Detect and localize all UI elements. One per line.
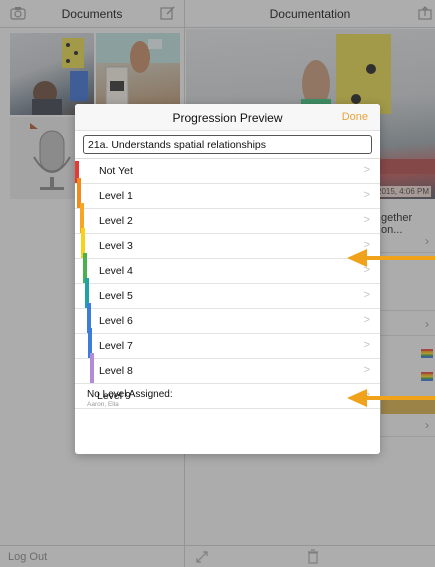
arrow-left-icon — [347, 249, 435, 267]
chevron-right-icon: > — [363, 364, 370, 376]
level-row-6[interactable]: Level 6 > — [75, 303, 380, 334]
level-label: Level 5 — [99, 290, 133, 302]
level-label: Level 6 — [99, 315, 133, 327]
level-label: Level 2 — [99, 215, 133, 227]
level-list: Not Yet > Level 1 > Level 2 > Level 3 > Leve… — [75, 159, 380, 409]
level-label: Level 7 — [99, 340, 133, 352]
modal-title: Progression Preview — [172, 111, 283, 125]
level-row-7[interactable]: Level 7 > — [75, 328, 380, 359]
chevron-right-icon: > — [363, 164, 370, 176]
level-row-5[interactable]: Level 5 > — [75, 278, 380, 309]
chevron-right-icon: > — [363, 189, 370, 201]
level-row-3[interactable]: Level 3 > — [75, 228, 380, 259]
level-label: Level 1 — [99, 190, 133, 202]
modal-header: Progression Preview Done — [75, 104, 380, 131]
no-level-names: Aaron, Ella — [87, 401, 119, 408]
chevron-right-icon: > — [363, 339, 370, 351]
level-row-4[interactable]: Level 4 > — [75, 253, 380, 284]
progression-preview-modal: Progression Preview Done Not Yet > Level … — [75, 104, 380, 454]
level-row-not-yet[interactable]: Not Yet > — [75, 159, 380, 184]
level-row-8[interactable]: Level 8 > — [75, 353, 380, 384]
objective-field[interactable] — [83, 135, 372, 154]
chevron-right-icon: > — [363, 214, 370, 226]
search-container — [75, 131, 380, 159]
chevron-right-icon: > — [363, 314, 370, 326]
arrow-left-icon — [347, 389, 435, 407]
level-row-2[interactable]: Level 2 > — [75, 203, 380, 234]
level-row-1[interactable]: Level 1 > — [75, 178, 380, 209]
level-label: Level 3 — [99, 240, 133, 252]
level-label: Level 8 — [99, 365, 133, 377]
no-level-title: No Level Assigned: — [87, 389, 173, 400]
chevron-right-icon: > — [363, 289, 370, 301]
level-label: Level 4 — [99, 265, 133, 277]
done-button[interactable]: Done — [342, 111, 368, 123]
level-label: Not Yet — [99, 165, 133, 177]
level-color-bar — [90, 353, 94, 383]
